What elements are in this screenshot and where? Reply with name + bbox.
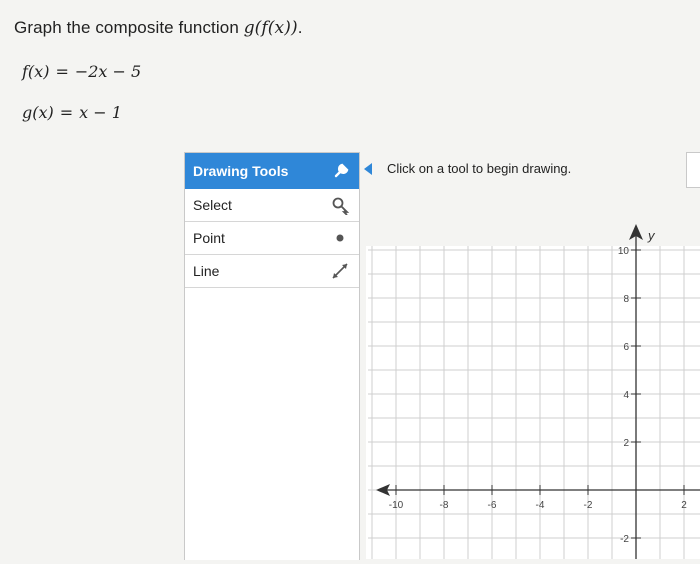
y-tick-label: 2 <box>623 438 629 449</box>
line-arrows-icon <box>329 260 351 282</box>
y-tick-label: 6 <box>623 342 629 353</box>
equation-f-equals: = <box>55 62 69 81</box>
dot-icon <box>329 227 351 249</box>
tool-line-label: Line <box>193 263 220 279</box>
drawing-tools-header[interactable]: Drawing Tools <box>185 153 359 189</box>
question-text: Graph the composite function g(f(x)). <box>14 18 303 38</box>
tool-line[interactable]: Line <box>185 255 359 288</box>
wrench-icon <box>333 161 351 182</box>
grid-background <box>366 246 700 559</box>
equation-f: f(x) = −2x − 5 <box>22 62 141 81</box>
tool-select-label: Select <box>193 197 232 213</box>
equation-f-rhs: −2x − 5 <box>74 62 142 81</box>
equation-g-equals: = <box>59 103 74 122</box>
x-tick-label: 2 <box>681 500 687 511</box>
y-tick-label: 10 <box>618 246 630 257</box>
tool-select[interactable]: Select <box>185 189 359 222</box>
drawing-tools-title: Drawing Tools <box>193 163 289 179</box>
graph-canvas[interactable]: y -10 -8 -6 -4 -2 2 10 8 6 4 2 -2 <box>360 186 700 559</box>
y-tick-label: 8 <box>623 294 629 305</box>
collapse-panel-arrow-icon[interactable] <box>364 163 372 175</box>
x-tick-label: -2 <box>584 500 593 511</box>
hint-text: Click on a tool to begin drawing. <box>387 161 572 176</box>
graph-area[interactable]: y -10 -8 -6 -4 -2 2 10 8 6 4 2 -2 <box>360 186 700 559</box>
equation-f-lhs: f(x) <box>22 62 50 81</box>
question-prefix: Graph the composite function <box>14 18 239 37</box>
select-pointer-icon <box>329 194 351 216</box>
x-tick-label: -4 <box>536 500 545 511</box>
y-tick-label: 4 <box>623 390 629 401</box>
x-tick-label: -8 <box>440 500 449 511</box>
y-tick-label: -2 <box>620 534 629 545</box>
composite-function: g(f(x)) <box>243 18 298 38</box>
equation-g: g(x) = x − 1 <box>22 103 122 122</box>
question-suffix: . <box>297 18 303 37</box>
drawing-tools-panel: Drawing Tools Select Point Line <box>184 152 360 560</box>
equation-g-lhs: g(x) <box>22 103 54 122</box>
x-tick-label: -10 <box>389 500 404 511</box>
equation-g-rhs: x − 1 <box>79 103 122 122</box>
answer-field[interactable] <box>686 152 700 188</box>
tool-point[interactable]: Point <box>185 222 359 255</box>
x-tick-label: -6 <box>488 500 497 511</box>
y-axis-label: y <box>647 228 656 243</box>
tool-point-label: Point <box>193 230 225 246</box>
